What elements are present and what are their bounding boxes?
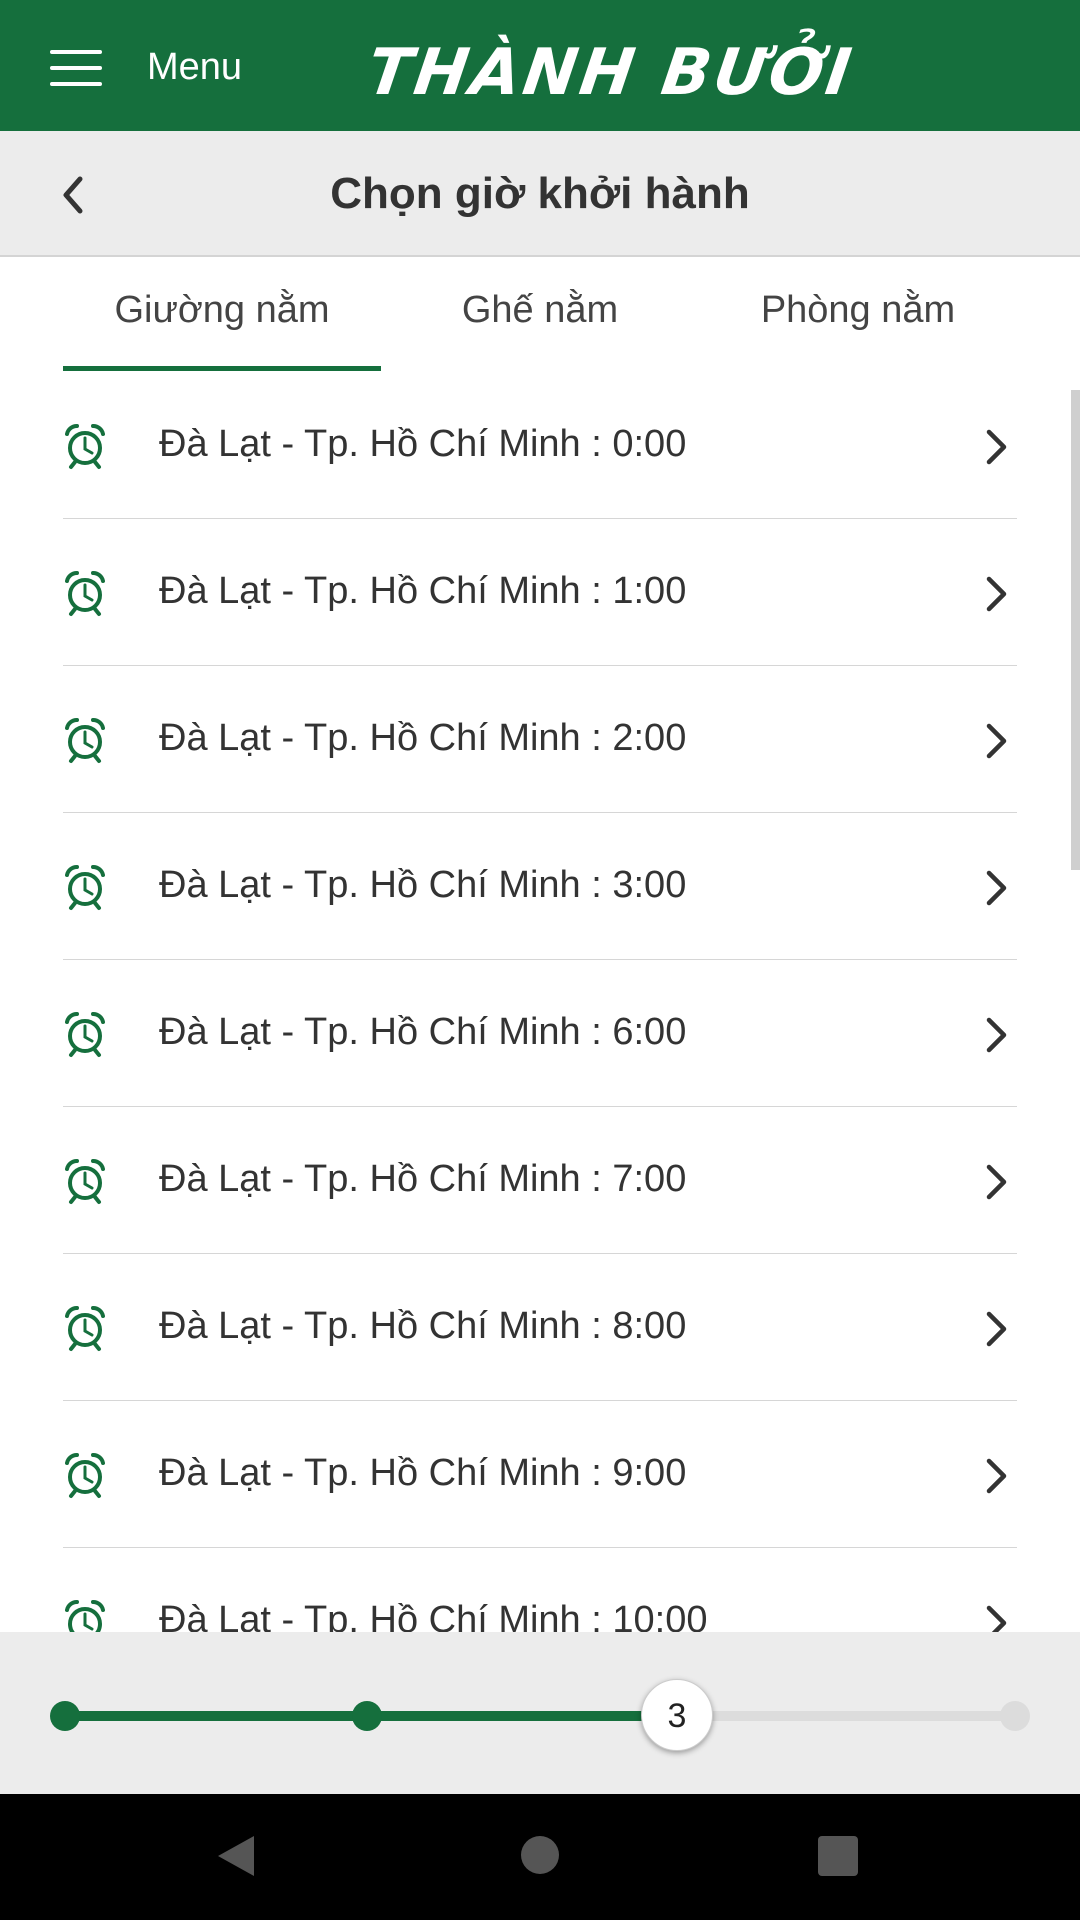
nav-recent-apps-icon[interactable] (818, 1836, 858, 1876)
departure-row[interactable]: Đà Lạt - Tp. Hồ Chí Minh : 9:00 (63, 1401, 1017, 1548)
departure-row[interactable]: Đà Lạt - Tp. Hồ Chí Minh : 7:00 (63, 1107, 1017, 1254)
tab-giuong-nam[interactable]: Giường nằm (63, 289, 381, 332)
page-header: Chọn giờ khởi hành (0, 131, 1080, 257)
departure-label: Đà Lạt - Tp. Hồ Chí Minh : 3:00 (159, 864, 687, 906)
chevron-right-icon (986, 576, 1007, 612)
alarm-clock-icon (65, 1012, 105, 1057)
scrollbar[interactable] (1071, 390, 1080, 870)
departure-row[interactable]: Đà Lạt - Tp. Hồ Chí Minh : 6:00 (63, 960, 1017, 1107)
chevron-right-icon (986, 1311, 1007, 1347)
system-navigation-bar (0, 1794, 1080, 1920)
departure-label: Đà Lạt - Tp. Hồ Chí Minh : 7:00 (159, 1158, 687, 1200)
alarm-clock-icon (65, 424, 105, 469)
departure-list: Đà Lạt - Tp. Hồ Chí Minh : 0:00 Đà Lạt - … (0, 372, 1080, 1632)
step-dot-1 (50, 1701, 80, 1731)
tab-phong-nam[interactable]: Phòng nằm (699, 289, 1017, 332)
step-dot-2 (352, 1701, 382, 1731)
chevron-right-icon (986, 1164, 1007, 1200)
menu-button-label[interactable]: Menu (147, 46, 242, 89)
departure-row[interactable]: Đà Lạt - Tp. Hồ Chí Minh : 1:00 (63, 519, 1017, 666)
departure-label: Đà Lạt - Tp. Hồ Chí Minh : 9:00 (159, 1452, 687, 1494)
departure-row[interactable]: Đà Lạt - Tp. Hồ Chí Minh : 2:00 (63, 666, 1017, 813)
nav-back-icon[interactable] (216, 1834, 256, 1878)
departure-row[interactable]: Đà Lạt - Tp. Hồ Chí Minh : 3:00 (63, 813, 1017, 960)
departure-label: Đà Lạt - Tp. Hồ Chí Minh : 0:00 (159, 423, 687, 465)
seat-type-tabs: Giường nằm Ghế nằm Phòng nằm (0, 257, 1080, 372)
departure-row[interactable]: Đà Lạt - Tp. Hồ Chí Minh : 8:00 (63, 1254, 1017, 1401)
current-step-indicator: 3 (641, 1679, 713, 1751)
chevron-right-icon (986, 870, 1007, 906)
alarm-clock-icon (65, 718, 105, 763)
departure-label: Đà Lạt - Tp. Hồ Chí Minh : 1:00 (159, 570, 687, 612)
alarm-clock-icon (65, 1453, 105, 1498)
nav-home-icon[interactable] (521, 1836, 559, 1874)
alarm-clock-icon (65, 571, 105, 616)
alarm-clock-icon (65, 1159, 105, 1204)
departure-label: Đà Lạt - Tp. Hồ Chí Minh : 6:00 (159, 1011, 687, 1053)
chevron-right-icon (986, 1017, 1007, 1053)
departure-row[interactable]: Đà Lạt - Tp. Hồ Chí Minh : 10:00 (63, 1548, 1017, 1632)
app-header: Menu THÀNH BƯỞI (0, 0, 1080, 131)
departure-label: Đà Lạt - Tp. Hồ Chí Minh : 8:00 (159, 1305, 687, 1347)
progress-stepper: 3 (0, 1632, 1080, 1794)
tab-ghe-nam[interactable]: Ghế nằm (381, 289, 699, 332)
brand-logo: THÀNH BƯỞI (362, 36, 859, 110)
alarm-clock-icon (65, 1600, 105, 1632)
hamburger-menu-icon[interactable] (50, 50, 102, 86)
chevron-right-icon (986, 723, 1007, 759)
alarm-clock-icon (65, 865, 105, 910)
departure-label: Đà Lạt - Tp. Hồ Chí Minh : 10:00 (159, 1599, 708, 1632)
step-dot-4 (1000, 1701, 1030, 1731)
chevron-right-icon (986, 1605, 1007, 1632)
active-tab-indicator (63, 366, 381, 371)
page-title: Chọn giờ khởi hành (330, 169, 750, 218)
departure-label: Đà Lạt - Tp. Hồ Chí Minh : 2:00 (159, 717, 687, 759)
departure-row[interactable]: Đà Lạt - Tp. Hồ Chí Minh : 0:00 (63, 372, 1017, 519)
alarm-clock-icon (65, 1306, 105, 1351)
chevron-right-icon (986, 429, 1007, 465)
chevron-right-icon (986, 1458, 1007, 1494)
